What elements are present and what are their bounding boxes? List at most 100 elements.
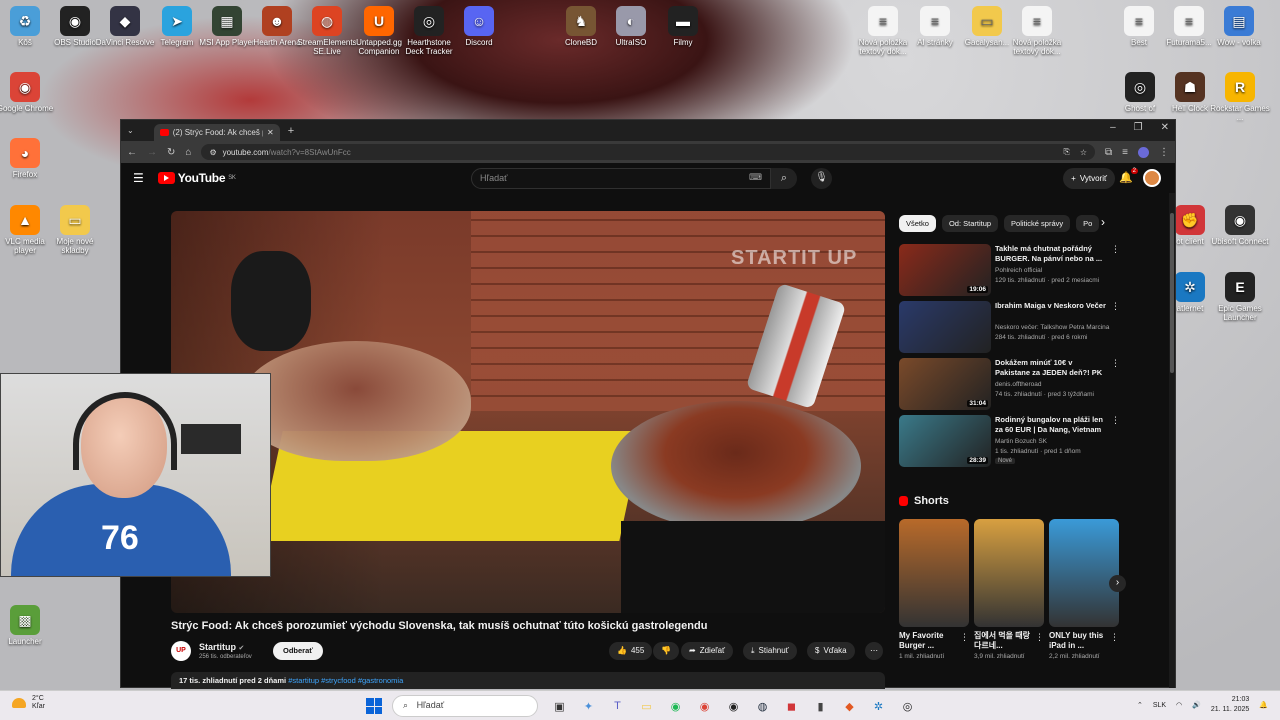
recommendation-item[interactable]: 28:39 Rodinný bungalov na pláži len za 60… (899, 415, 1120, 467)
restore-icon[interactable]: ❐ (1134, 122, 1143, 133)
close-tab-icon[interactable]: ✕ (267, 128, 274, 137)
video-thumbnail[interactable]: 19:06 (899, 244, 991, 296)
recommendation-item[interactable]: 31:04 Dokážem minúť 10€ v Pakistane za JE… (899, 358, 1120, 410)
more-dots-icon[interactable]: ⋮ (960, 632, 969, 643)
hashtags[interactable]: #startitup #strycfood #gastronomia (288, 676, 403, 685)
forward-icon[interactable]: → (147, 147, 157, 158)
reload-icon[interactable]: ↻ (167, 147, 175, 158)
desktop-icon[interactable]: ◕ Firefox (0, 138, 55, 179)
network-icon[interactable]: ✲ (867, 695, 890, 717)
close-window-icon[interactable]: ✕ (1161, 122, 1169, 133)
app-red-icon[interactable]: ◼ (780, 695, 803, 717)
search-button[interactable]: ⌕ (771, 168, 797, 189)
more-dots-icon[interactable]: ⋮ (1111, 415, 1120, 426)
desktop-icon[interactable]: ≡ AI stránky (905, 6, 965, 47)
video-player[interactable]: STARTIT UP (171, 211, 885, 613)
shorts-next-button[interactable]: › (1109, 575, 1126, 592)
desktop-icon[interactable]: E Epic Games Launcher (1210, 272, 1270, 322)
obs-icon[interactable]: ◉ (722, 695, 745, 717)
spotify-icon[interactable]: ◉ (664, 695, 687, 717)
teams-icon[interactable]: T (606, 695, 629, 717)
volume-icon[interactable]: 🔊 (1192, 701, 1201, 709)
more-dots-icon[interactable]: ⋮ (1111, 358, 1120, 369)
channel-name[interactable]: Startitup ✔ (199, 642, 244, 652)
steam-icon[interactable]: ◍ (751, 695, 774, 717)
page-scrollbar[interactable] (1169, 193, 1175, 688)
desktop-icon[interactable]: ☺ Discord (449, 6, 509, 47)
app-bar-icon[interactable]: ▮ (809, 695, 832, 717)
filter-chip[interactable]: Politické správy (1004, 215, 1071, 232)
filter-chip[interactable]: Po (1076, 215, 1100, 232)
media-icon[interactable]: ≡ (1122, 147, 1128, 158)
like-button[interactable]: 👍 455 (609, 642, 653, 660)
desktop-icon[interactable]: ◉ Google Chrome (0, 72, 55, 113)
notification-center-icon[interactable]: 🔔 (1259, 701, 1268, 709)
short-thumbnail[interactable] (899, 519, 969, 627)
minimize-icon[interactable]: – (1110, 122, 1116, 133)
extensions-icon[interactable]: ⧉ (1105, 147, 1112, 158)
desktop-icon[interactable]: ≡ Nová položka textový dok... (853, 6, 913, 56)
start-button[interactable] (366, 698, 382, 714)
thanks-button[interactable]: $ Vďaka (807, 642, 855, 660)
widget-icon[interactable]: ✦ (577, 695, 600, 717)
filter-chip[interactable]: Od: Startitup (941, 215, 999, 232)
video-thumbnail[interactable]: 31:04 (899, 358, 991, 410)
site-info-icon[interactable]: ⚙ (209, 148, 216, 157)
new-tab-icon[interactable]: + (288, 125, 294, 137)
more-dots-icon[interactable]: ⋮ (1035, 632, 1044, 643)
voice-search-button[interactable]: 🎙 (811, 168, 832, 189)
weather-widget[interactable]: 2°C Kľar (12, 695, 45, 711)
desktop-icon[interactable]: ▩ Launcher (0, 605, 55, 646)
filter-chip[interactable]: Všetko (899, 215, 936, 232)
desktop-icon[interactable]: ▤ Wow - volka (1209, 6, 1269, 47)
desktop-icon[interactable]: ≡ Nová položka textový dok... (1007, 6, 1067, 56)
short-item[interactable]: My Favorite Burger ... 1 mil. zhliadnutí ⋮ (899, 519, 969, 661)
recommendation-item[interactable]: Ibrahim Maiga v Neskoro Večer Neskoro več… (899, 301, 1120, 353)
channel-avatar[interactable]: UP (171, 641, 191, 661)
tray-overflow-icon[interactable]: ⌃ (1137, 701, 1143, 709)
download-button[interactable]: ⤓ Stiahnuť (743, 642, 797, 660)
install-icon[interactable]: ⎘ (1063, 147, 1069, 157)
more-dots-icon[interactable]: ⋮ (1110, 632, 1119, 643)
youtube-logo[interactable]: YouTube SK (157, 171, 236, 185)
create-button[interactable]: + Vytvoriť (1063, 168, 1115, 189)
short-item[interactable]: 집에서 먹을 때랑 다르네... 3,9 mil. zhliadnutí ⋮ (974, 519, 1044, 661)
desktop-icon[interactable]: R Rockstar Games ... (1210, 72, 1270, 122)
task-view-icon[interactable]: ▣ (548, 695, 571, 717)
desktop-icon[interactable]: ▭ Moje nové skladby (45, 205, 105, 255)
chip-next-icon[interactable]: › (1101, 215, 1105, 229)
home-icon[interactable]: ⌂ (185, 147, 191, 158)
description-box[interactable]: 17 tis. zhliadnutí pred 2 dňami #startit… (171, 672, 885, 689)
menu-dots-icon[interactable]: ⋮ (1159, 147, 1169, 158)
desktop-icon[interactable]: ◐ UltraISO (601, 6, 661, 47)
tab-list-icon[interactable]: ⌄ (127, 126, 134, 135)
desktop-icon[interactable]: ◆ DaVinci Resolve (95, 6, 155, 47)
chrome-icon[interactable]: ◉ (693, 695, 716, 717)
back-icon[interactable]: ← (127, 147, 137, 158)
short-item[interactable]: ONLY buy this iPad in ... 2,2 mil. zhliad… (1049, 519, 1119, 661)
video-thumbnail[interactable]: 28:39 (899, 415, 991, 467)
language-indicator[interactable]: SLK (1153, 702, 1166, 709)
dislike-button[interactable]: 👎 (653, 642, 679, 660)
wifi-icon[interactable]: ◠ (1176, 701, 1182, 709)
bookmark-star-icon[interactable]: ☆ (1080, 148, 1087, 157)
more-dots-icon[interactable]: ⋮ (1111, 244, 1120, 255)
desktop-icon[interactable]: ◍ StreamElements SE.Live (297, 6, 357, 56)
search-input[interactable]: Hľadať ⌨ (471, 168, 771, 189)
profile-icon[interactable] (1138, 146, 1149, 158)
hdt-icon[interactable]: ◎ (896, 695, 919, 717)
more-dots-icon[interactable]: ⋮ (1111, 301, 1120, 312)
clock[interactable]: 21:03 21. 11. 2025 (1211, 695, 1249, 715)
subscribe-button[interactable]: Odberať (273, 642, 323, 660)
share-button[interactable]: ➦ Zdieľať (681, 642, 734, 660)
recommendation-item[interactable]: 19:06 Takhle má chutnat pořádný BURGER. N… (899, 244, 1120, 296)
desktop-icon[interactable]: ◉ Ubisoft Connect (1210, 205, 1270, 246)
url-field[interactable]: ⚙ youtube.com/watch?v=8StAwUnFcc ⎘ ☆ (201, 144, 1096, 160)
short-thumbnail[interactable] (1049, 519, 1119, 627)
scrollbar-thumb[interactable] (1170, 213, 1174, 373)
keyboard-icon[interactable]: ⌨ (749, 172, 762, 183)
taskbar-search-input[interactable]: ⌕ Hľadať (392, 695, 538, 717)
desktop-icon[interactable]: ▬ Filmy (653, 6, 713, 47)
file-explorer-icon[interactable]: ▭ (635, 695, 658, 717)
browser-tab[interactable]: (2) Strýc Food: Ak chceš porozu... ✕ (153, 124, 280, 141)
